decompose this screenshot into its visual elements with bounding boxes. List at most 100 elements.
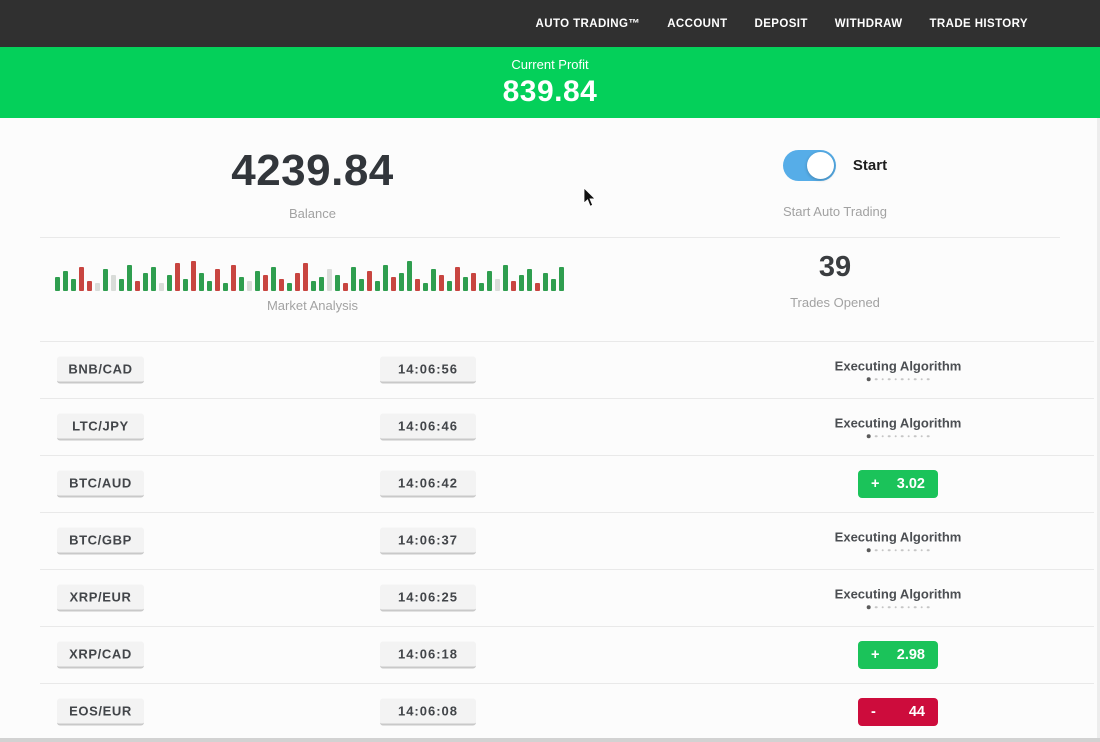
trade-row: BTC/GBP 14:06:37 Executing Algorithm [0,512,1100,569]
market-analysis-chart [55,258,569,291]
trade-pair-badge[interactable]: EOS/EUR [57,698,144,725]
market-bar [191,261,196,291]
market-bar [71,279,76,291]
market-bar [119,279,124,291]
market-bar [303,263,308,291]
market-bar [311,281,316,291]
nav-menu-item[interactable]: WITHDRAW [835,18,903,30]
trade-pair-badge[interactable]: LTC/JPY [57,413,144,440]
progress-dots-icon [835,377,962,382]
trade-pair-badge[interactable]: BTC/AUD [57,470,144,497]
balance-value: 4239.84 [40,146,585,196]
auto-trading-toggle-group: Start [585,150,1085,181]
market-bar [359,279,364,291]
trade-pair-badge[interactable]: XRP/CAD [57,641,144,668]
trade-time-badge[interactable]: 14:06:08 [380,698,476,725]
toggle-state-label: Start [853,157,887,174]
market-bar [279,279,284,291]
trade-time-badge[interactable]: 14:06:42 [380,470,476,497]
trade-time-badge[interactable]: 14:06:25 [380,584,476,611]
market-bar [223,283,228,291]
result-amount: 44 [909,704,925,720]
trade-status-cell: Executing Algorithm [835,415,962,439]
executing-label: Executing Algorithm [835,415,962,430]
progress-dots-icon [835,605,962,610]
current-profit-label: Current Profit [511,57,588,72]
trade-time-badge[interactable]: 14:06:37 [380,527,476,554]
trade-list: BNB/CAD 14:06:56 Executing Algorithm LTC… [0,341,1100,740]
current-profit-value: 839.84 [503,75,598,109]
trade-result-badge: - 44 [858,698,938,726]
market-bar [295,273,300,291]
market-bar [455,267,460,291]
current-profit-banner: Current Profit 839.84 [0,47,1100,118]
market-bar [247,281,252,291]
market-bar [375,281,380,291]
market-bar [175,263,180,291]
market-bar [167,275,172,291]
trades-opened-value: 39 [585,251,1085,284]
window-bottom-edge [0,738,1100,742]
trade-row: BTC/AUD 14:06:42 + 3.02 [0,455,1100,512]
nav-menu-item[interactable]: AUTO TRADING™ [536,18,641,30]
market-bar [103,269,108,291]
market-bar [215,269,220,291]
auto-trading-toggle[interactable] [783,150,836,181]
top-nav: AUTO TRADING™ ACCOUNT DEPOSIT WITHDRAW TRADE… [0,0,1100,47]
nav-menu-item[interactable]: ACCOUNT [667,18,727,30]
market-bar [431,269,436,291]
market-bar [543,273,548,291]
trade-status-cell: Executing Algorithm [835,529,962,553]
trade-result-badge: + 3.02 [858,470,938,498]
trade-time-badge[interactable]: 14:06:18 [380,641,476,668]
market-bar [527,269,532,291]
market-bar [127,265,132,291]
market-bar [503,265,508,291]
balance-label: Balance [40,206,585,221]
trade-pair-badge[interactable]: BTC/GBP [57,527,144,554]
market-bar [511,281,516,291]
market-bar [335,275,340,291]
market-bar [135,281,140,291]
market-bar [487,271,492,291]
trade-row: XRP/EUR 14:06:25 Executing Algorithm [0,569,1100,626]
market-bar [231,265,236,291]
market-bar [383,265,388,291]
market-bar [159,283,164,291]
market-bar [95,283,100,291]
market-bar [423,283,428,291]
market-bar [551,279,556,291]
executing-label: Executing Algorithm [835,529,962,544]
market-bar [351,267,356,291]
market-bar [271,267,276,291]
market-bar [207,281,212,291]
trade-row: LTC/JPY 14:06:46 Executing Algorithm [0,398,1100,455]
market-bar [263,275,268,291]
market-bar [255,271,260,291]
market-bar [407,261,412,291]
executing-label: Executing Algorithm [835,586,962,601]
trade-pair-badge[interactable]: XRP/EUR [57,584,144,611]
result-amount: 3.02 [897,476,925,492]
market-bar [79,267,84,291]
executing-status: Executing Algorithm [835,358,962,382]
market-bar [143,273,148,291]
market-bar [367,271,372,291]
market-bar [439,275,444,291]
market-bar [391,277,396,291]
result-amount: 2.98 [897,647,925,663]
executing-status: Executing Algorithm [835,415,962,439]
auto-trading-caption: Start Auto Trading [585,204,1085,219]
trade-time-badge[interactable]: 14:06:46 [380,413,476,440]
stats-section: 4239.84 Balance Start Start Auto Trading… [0,118,1100,341]
market-bar [343,283,348,291]
trade-pair-badge[interactable]: BNB/CAD [57,356,144,383]
trade-status-cell: - 44 [858,698,938,726]
trade-row: EOS/EUR 14:06:08 - 44 [0,683,1100,740]
nav-menu-item[interactable]: TRADE HISTORY [930,18,1029,30]
nav-menu-item[interactable]: DEPOSIT [755,18,808,30]
progress-dots-icon [835,434,962,439]
trade-row: BNB/CAD 14:06:56 Executing Algorithm [0,341,1100,398]
trade-time-badge[interactable]: 14:06:56 [380,356,476,383]
market-bar [239,277,244,291]
